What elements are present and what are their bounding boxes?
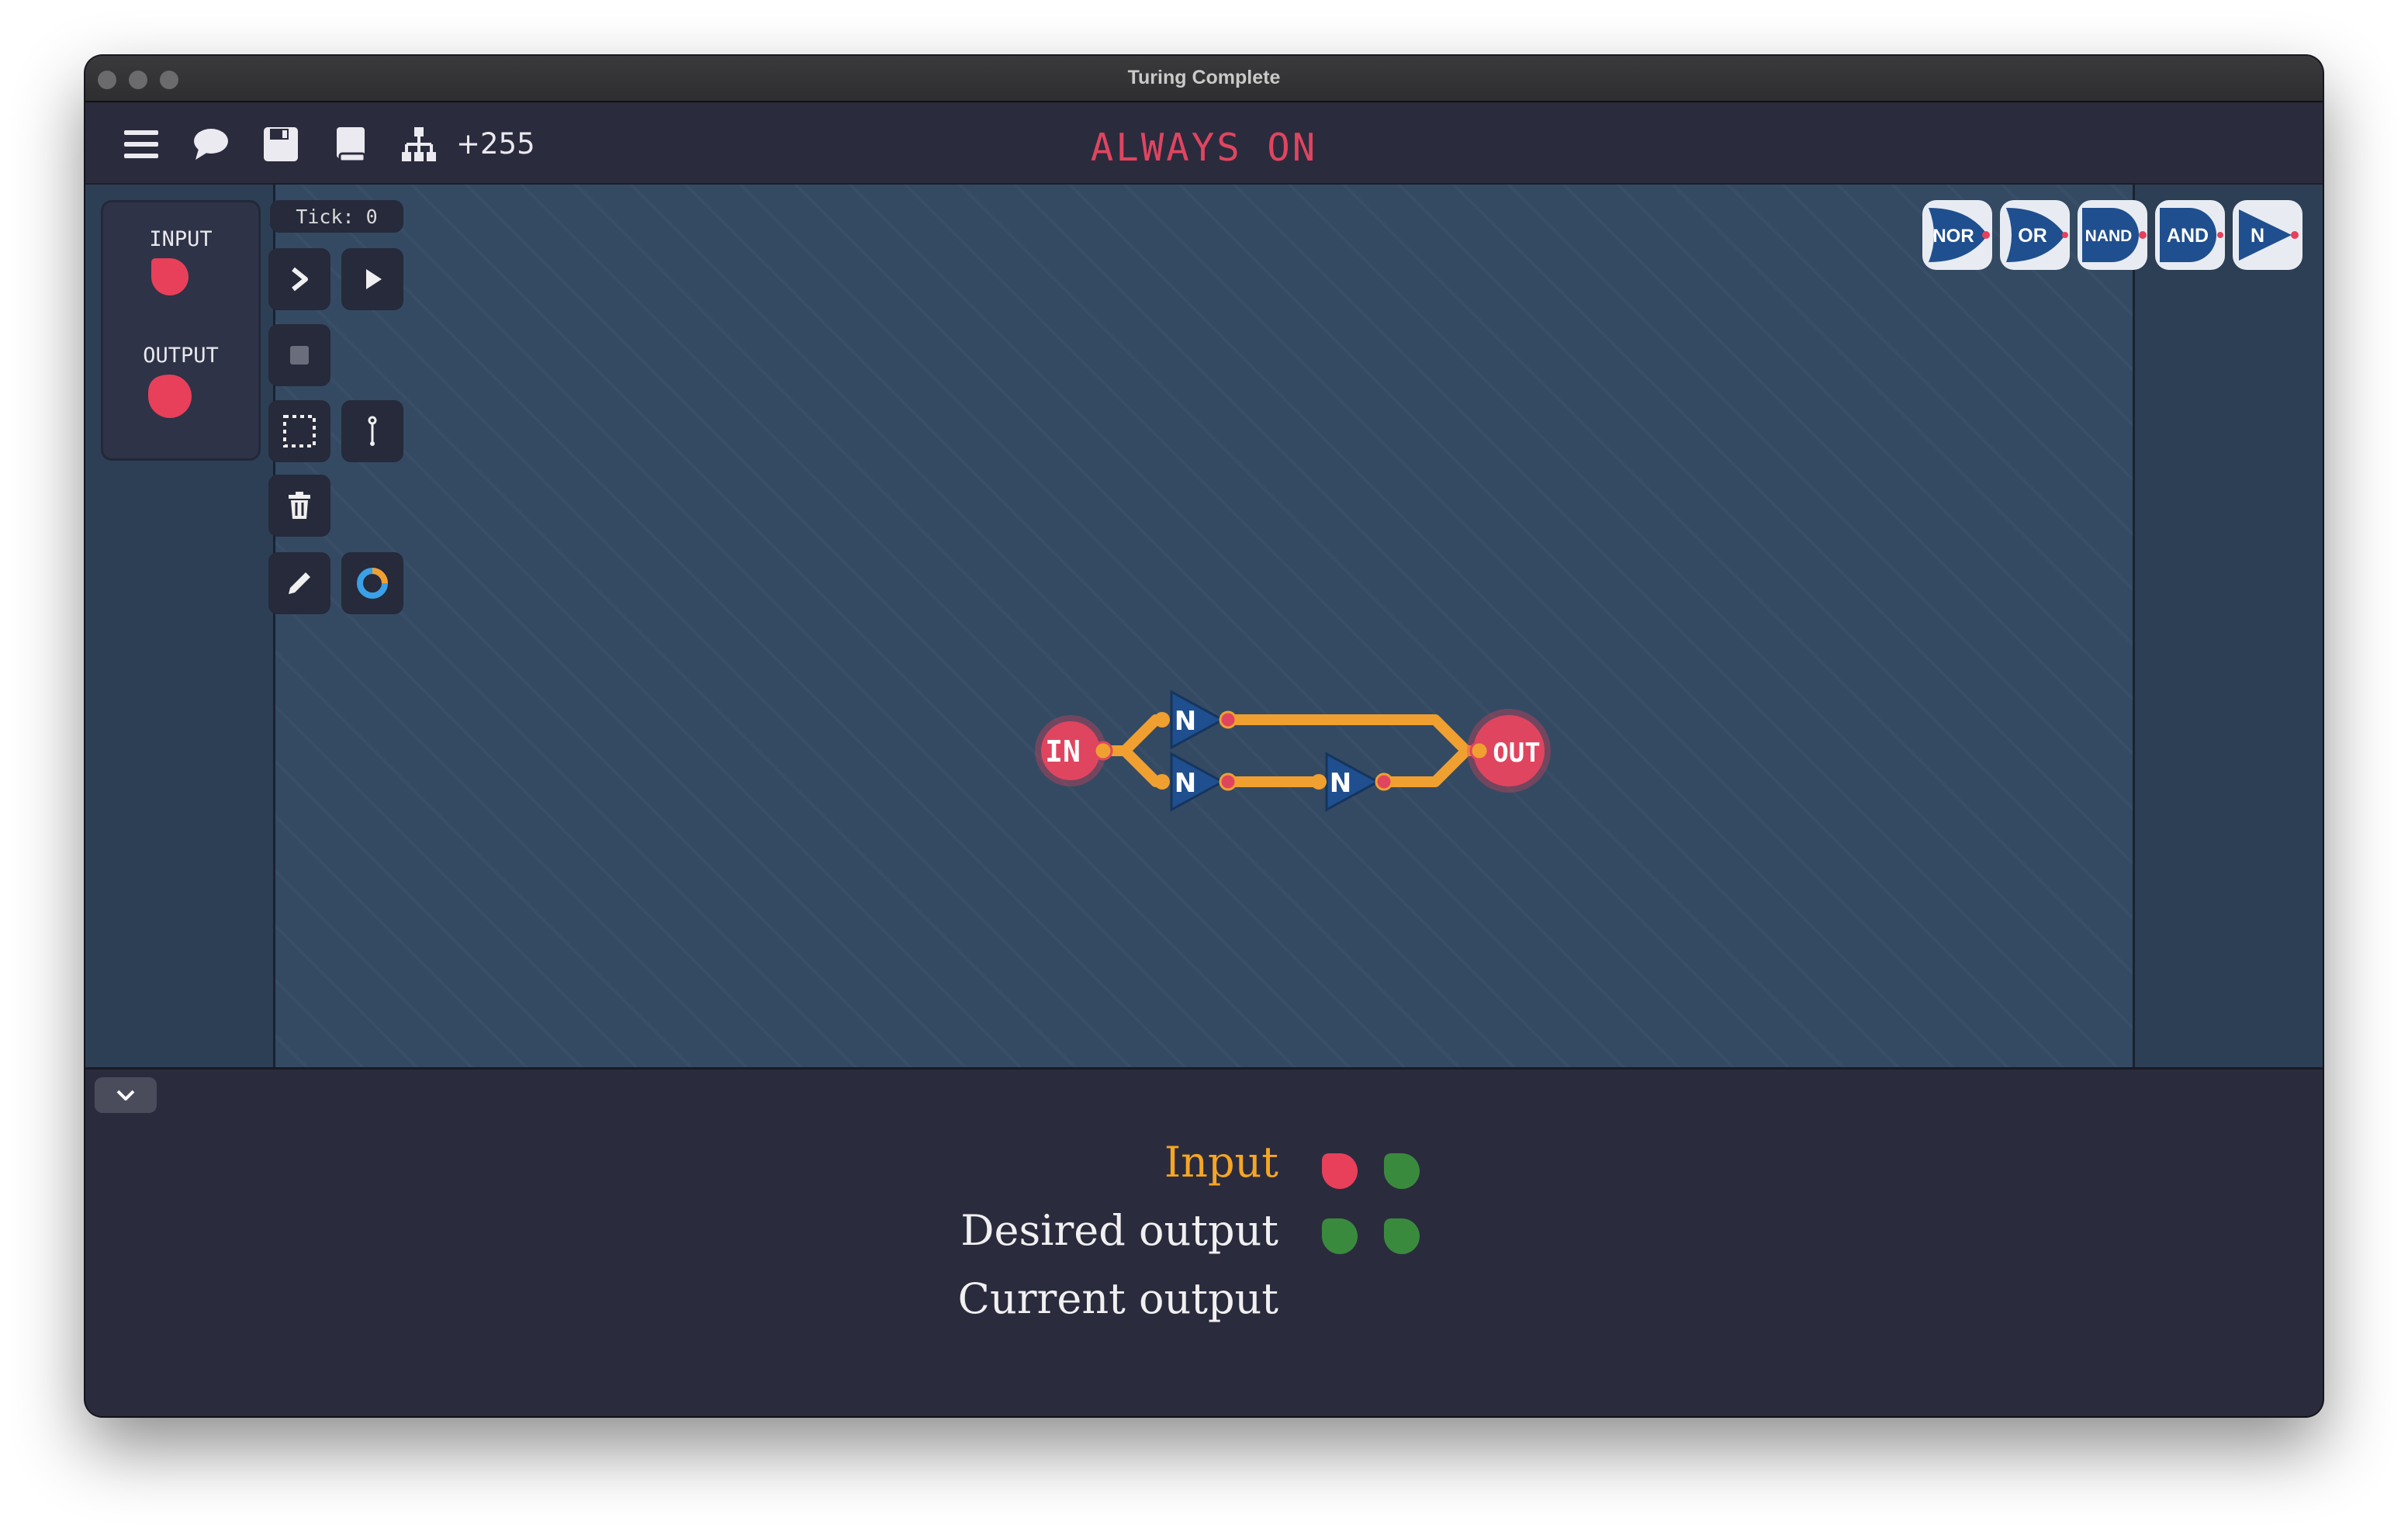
desired-output-value-2	[1384, 1218, 1420, 1254]
gate-label-bottom: N	[1175, 768, 1196, 799]
color-ring-icon	[357, 568, 388, 599]
input-row-label: Input	[1164, 1138, 1278, 1187]
not-gate-top[interactable]: N	[1154, 689, 1237, 750]
wire-icon	[368, 416, 377, 446]
window-title: Turing Complete	[1127, 67, 1281, 88]
gate-palette-and[interactable]: AND	[2155, 200, 2225, 270]
gate-label-nor: NOR	[1932, 226, 1974, 247]
output-component-label: OUTPUT	[143, 344, 219, 368]
not-gate-bottom[interactable]: N	[1154, 752, 1237, 812]
output-node[interactable]: OUT	[1467, 709, 1551, 793]
color-button[interactable]	[341, 552, 403, 614]
app-window: Turing Complete +255 ALWAYS ON INPUT OUT…	[85, 56, 2323, 1416]
input-node[interactable]: IN	[1035, 715, 1113, 786]
circuit-board[interactable]: INPUT OUTPUT Tick: 0 NOR OR NAND AND N I…	[85, 185, 2323, 1067]
pencil-icon	[289, 572, 310, 594]
circuit: IN N N N OUT	[1035, 689, 1551, 812]
gate-label-or: OR	[2018, 225, 2047, 247]
top-toolbar: +255 ALWAYS ON	[85, 102, 2323, 185]
chevron-down-icon	[116, 1090, 135, 1101]
gate-label-not: N	[2251, 225, 2264, 247]
input-component[interactable]	[148, 255, 192, 299]
select-button[interactable]	[268, 400, 330, 462]
stop-button[interactable]	[268, 324, 330, 386]
step-button[interactable]	[268, 248, 330, 310]
delete-button[interactable]	[268, 475, 330, 537]
wires	[1102, 714, 1482, 787]
left-panel: INPUT OUTPUT	[85, 185, 275, 1067]
delete-icon	[289, 492, 310, 519]
gate-label-top: N	[1175, 706, 1196, 737]
input-node-label: IN	[1045, 734, 1081, 769]
wire-button[interactable]	[341, 400, 403, 462]
current-output-label: Current output	[957, 1274, 1278, 1323]
gate-label-and: AND	[2167, 225, 2209, 247]
output-component[interactable]	[145, 372, 195, 421]
right-panel	[2133, 185, 2323, 1067]
stop-icon	[290, 346, 309, 365]
io-components-panel: INPUT OUTPUT	[101, 200, 261, 461]
gate-palette-nor[interactable]: NOR	[1922, 200, 1992, 270]
input-value-green	[1384, 1153, 1420, 1189]
gate-palette-nand[interactable]: NAND	[2078, 200, 2147, 270]
pencil-button[interactable]	[268, 552, 330, 614]
level-title: ALWAYS ON	[1090, 126, 1318, 170]
gate-label-nand: NAND	[2085, 227, 2133, 245]
gate-palette-or[interactable]: OR	[2000, 200, 2070, 270]
gate-palette-not[interactable]: N	[2233, 200, 2302, 270]
test-panel: Input Desired output Current output	[85, 1067, 2323, 1416]
tick-counter: Tick: 0	[270, 200, 403, 233]
select-icon	[283, 415, 316, 448]
desired-output-label: Desired output	[960, 1206, 1278, 1255]
step-icon	[292, 267, 308, 292]
output-node-label: OUT	[1493, 738, 1540, 769]
title-bar: Turing Complete	[85, 56, 2323, 102]
gate-label-chain: N	[1330, 768, 1351, 799]
collapse-panel-button[interactable]	[95, 1077, 157, 1113]
desired-output-value-1	[1322, 1218, 1358, 1254]
play-button[interactable]	[341, 248, 403, 310]
not-gate-chain[interactable]: N	[1311, 752, 1393, 812]
play-icon	[366, 269, 382, 289]
input-component-label: INPUT	[149, 227, 213, 251]
input-value-red	[1322, 1153, 1358, 1189]
